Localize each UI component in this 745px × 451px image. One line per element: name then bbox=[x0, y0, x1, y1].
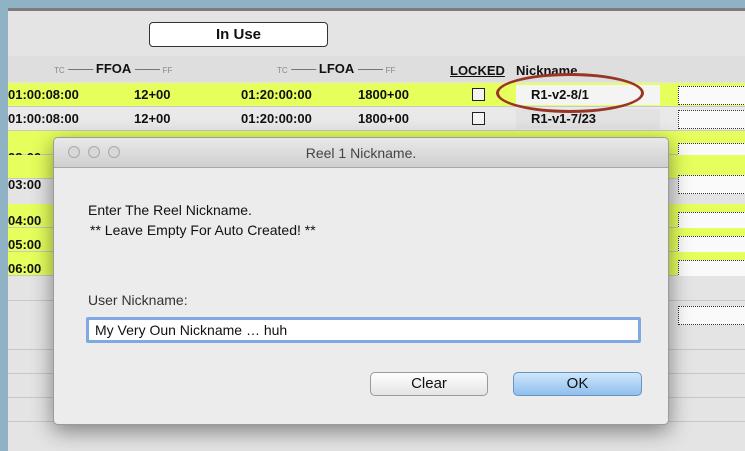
ffoa-timecode: 01:00:08:00 bbox=[8, 87, 79, 102]
highlight-oval bbox=[496, 73, 644, 113]
ffoa-timecode: 01:00:08:00 bbox=[8, 111, 79, 126]
ffoa-feet-frames: 12+00 bbox=[134, 87, 171, 102]
lfoa-tc-label: TC bbox=[277, 66, 288, 75]
lfoa-ff-label: FF bbox=[385, 66, 396, 75]
nickname-input[interactable] bbox=[86, 317, 641, 343]
lfoa-feet-frames: 1800+00 bbox=[358, 111, 409, 126]
ffoa-timecode: 04:00 bbox=[8, 213, 42, 228]
lfoa-label: LFOA bbox=[318, 61, 355, 76]
ffoa-ff-label: FF bbox=[162, 66, 173, 75]
ok-button[interactable]: OK bbox=[513, 372, 642, 396]
reel-nickname-dialog: Reel 1 Nickname. Enter The Reel Nickname… bbox=[53, 137, 669, 425]
table-row[interactable]: 01:00:08:00 12+00 01:20:00:00 1800+00 R1… bbox=[8, 107, 745, 131]
extra-field[interactable] bbox=[678, 110, 745, 129]
ffoa-label: FFOA bbox=[95, 61, 132, 76]
lfoa-header: TC —— LFOA —— FF bbox=[277, 61, 396, 76]
lfoa-feet-frames: 1800+00 bbox=[358, 87, 409, 102]
lfoa-timecode: 01:20:00:00 bbox=[241, 87, 312, 102]
ffoa-timecode: 06:00 bbox=[8, 261, 42, 276]
locked-header[interactable]: LOCKED bbox=[450, 63, 505, 78]
locked-checkbox[interactable] bbox=[472, 88, 485, 101]
clear-button[interactable]: Clear bbox=[370, 372, 488, 396]
dialog-title: Reel 1 Nickname. bbox=[305, 145, 417, 161]
ffoa-tc-label: TC bbox=[54, 66, 65, 75]
dialog-message-line2: ** Leave Empty For Auto Created! ** bbox=[90, 222, 316, 238]
ffoa-feet-frames: 12+00 bbox=[134, 111, 171, 126]
locked-checkbox[interactable] bbox=[472, 112, 485, 125]
ffoa-header: TC —— FFOA —— FF bbox=[54, 61, 173, 76]
extra-field[interactable] bbox=[678, 175, 745, 194]
extra-field[interactable] bbox=[678, 306, 745, 325]
nickname-value: R1-v1-7/23 bbox=[531, 111, 597, 126]
user-nickname-label: User Nickname: bbox=[88, 292, 188, 308]
dialog-titlebar[interactable]: Reel 1 Nickname. bbox=[54, 138, 668, 168]
extra-field[interactable] bbox=[678, 86, 745, 105]
in-use-button[interactable]: In Use bbox=[149, 22, 328, 47]
panel-top-border bbox=[8, 8, 745, 11]
ffoa-timecode: 05:00 bbox=[8, 237, 42, 252]
ffoa-timecode: 03:00 bbox=[8, 177, 42, 192]
column-header-row: TC —— FFOA —— FF TC —— LFOA —— FF LOCKED… bbox=[8, 56, 745, 82]
dialog-message-line1: Enter The Reel Nickname. bbox=[88, 202, 252, 218]
lfoa-timecode: 01:20:00:00 bbox=[241, 111, 312, 126]
